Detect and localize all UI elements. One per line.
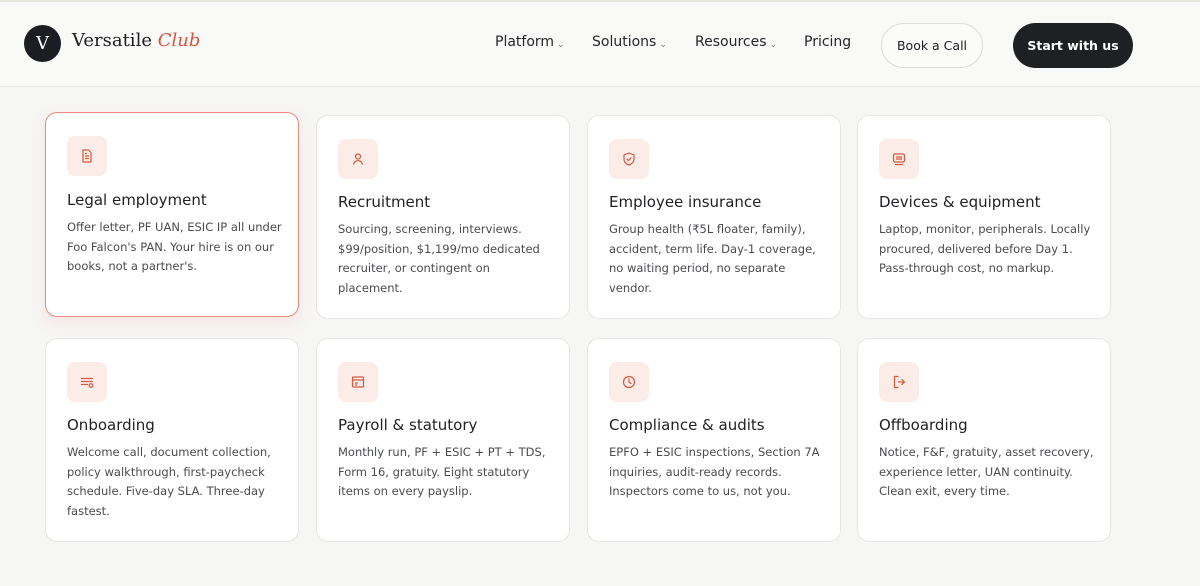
nav-item-solutions[interactable]: Solutions ⌄ xyxy=(592,34,667,50)
clock-icon xyxy=(609,362,649,402)
card-description: Offer letter, PF UAN, ESIC IP all under … xyxy=(67,220,282,273)
nav-label: Solutions xyxy=(592,34,657,50)
nav-label: Resources xyxy=(695,34,767,50)
book-a-call-button[interactable]: Book a Call xyxy=(881,23,983,68)
brand-name[interactable]: Versatile Club xyxy=(72,30,200,51)
card-title: Payroll & statutory xyxy=(338,416,478,434)
card-title: Legal employment xyxy=(67,191,207,209)
nav-item-platform[interactable]: Platform ⌄ xyxy=(495,34,565,50)
brand-name-accent: Club xyxy=(157,30,201,51)
start-with-us-button[interactable]: Start with us xyxy=(1013,23,1133,68)
nav-label: Pricing xyxy=(804,34,852,50)
chevron-down-icon: ⌄ xyxy=(659,40,667,50)
exit-icon xyxy=(879,362,919,402)
card-description: Notice, F&F, gratuity, asset recovery, e… xyxy=(879,445,1094,498)
card-description: Welcome call, document collection, polic… xyxy=(67,445,271,518)
card-description: EPFO + ESIC inspections, Section 7A inqu… xyxy=(609,445,820,498)
user-icon xyxy=(338,139,378,179)
chevron-down-icon: ⌄ xyxy=(557,40,565,50)
card-title: Recruitment xyxy=(338,193,431,211)
shield-check-icon xyxy=(609,139,649,179)
card-description: Sourcing, screening, interviews. $99/pos… xyxy=(338,222,540,295)
card-title: Onboarding xyxy=(67,416,155,434)
nav-item-resources[interactable]: Resources ⌄ xyxy=(695,34,777,50)
service-card-offboarding[interactable]: Offboarding Notice, F&F, gratuity, asset… xyxy=(857,338,1111,542)
service-card-payroll-statutory[interactable]: Payroll & statutory Monthly run, PF + ES… xyxy=(316,338,570,542)
card-description: Group health (₹5L floater, family), acci… xyxy=(609,222,816,295)
nav-item-pricing[interactable]: Pricing xyxy=(804,34,851,50)
checklist-icon xyxy=(67,362,107,402)
card-description: Laptop, monitor, peripherals. Locally pr… xyxy=(879,222,1091,275)
card-title: Employee insurance xyxy=(609,193,762,211)
brand-name-primary: Versatile xyxy=(72,30,152,51)
document-icon xyxy=(67,136,107,176)
card-title: Devices & equipment xyxy=(879,193,1041,211)
nav-label: Platform xyxy=(495,34,555,50)
service-card-compliance-audits[interactable]: Compliance & audits EPFO + ESIC inspecti… xyxy=(587,338,841,542)
card-title: Compliance & audits xyxy=(609,416,765,434)
service-card-onboarding[interactable]: Onboarding Welcome call, document collec… xyxy=(45,338,299,542)
chevron-down-icon: ⌄ xyxy=(769,40,778,50)
card-title: Offboarding xyxy=(879,416,968,434)
payslip-icon xyxy=(338,362,378,402)
service-card-recruitment[interactable]: Recruitment Sourcing, screening, intervi… xyxy=(316,115,570,319)
device-icon xyxy=(879,139,919,179)
site-header: V Versatile Club Platform ⌄ Solutions ⌄ Re… xyxy=(0,2,1200,87)
service-card-devices-equipment[interactable]: Devices & equipment Laptop, monitor, per… xyxy=(857,115,1111,319)
service-card-employee-insurance[interactable]: Employee insurance Group health (₹5L flo… xyxy=(587,115,841,319)
card-description: Monthly run, PF + ESIC + PT + TDS, Form … xyxy=(338,445,546,498)
logo-mark[interactable]: V xyxy=(24,25,61,62)
service-card-legal-employment[interactable]: Legal employment Offer letter, PF UAN, E… xyxy=(45,112,299,317)
